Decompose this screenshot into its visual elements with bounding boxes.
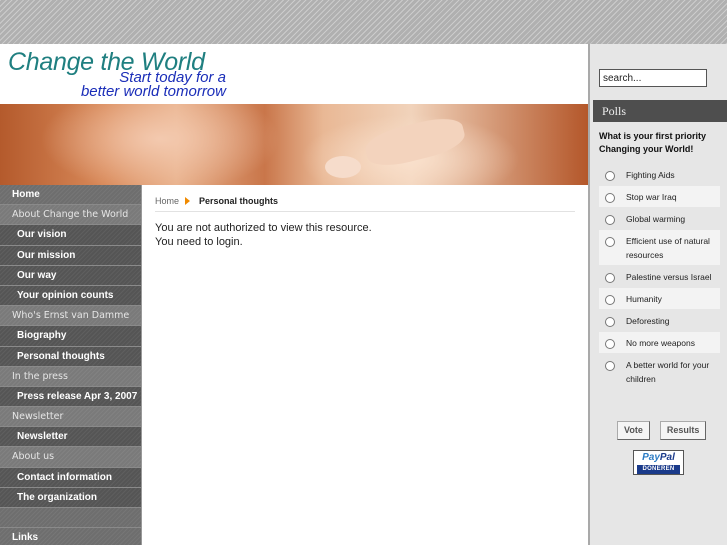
banner-hand-shape (40, 104, 280, 185)
paypal-caption: DONEREN (637, 465, 680, 474)
poll-option-radio[interactable] (605, 273, 615, 283)
sidebar-item-our-mission[interactable]: Our mission (0, 245, 141, 266)
paypal-logo-pal: Pal (659, 452, 675, 463)
poll-option[interactable]: Fighting Aids (599, 164, 720, 185)
poll-option-label: Global warming (626, 214, 686, 224)
poll-option[interactable]: Efficient use of natural resources (599, 230, 720, 265)
poll-option-radio[interactable] (605, 193, 615, 203)
sidebar-item-newsletter[interactable]: Newsletter (0, 407, 141, 428)
poll-option[interactable]: Stop war Iraq (599, 186, 720, 207)
sidebar-item-press-release-apr-3-2007[interactable]: Press release Apr 3, 2007 (0, 386, 141, 408)
sidebar-item-the-organization[interactable]: The organization (0, 487, 141, 508)
search-input[interactable] (599, 69, 707, 87)
poll-option-radio[interactable] (605, 361, 615, 371)
vote-button[interactable]: Vote (617, 421, 650, 440)
sidebar-nav: Home About Change the World Our vision Our … (0, 185, 141, 545)
sidebar-item-newsletter[interactable]: Newsletter (0, 427, 141, 448)
poll-question: What is your first priority Changing you… (599, 131, 707, 154)
poll-option[interactable]: Humanity (599, 288, 720, 309)
breadcrumb-home-link[interactable]: Home (155, 196, 179, 206)
poll-option-radio[interactable] (605, 171, 615, 181)
poll-option[interactable]: A better world for your children (599, 354, 720, 389)
poll-options: Fighting Aids Stop war Iraq Global warming… (599, 164, 720, 390)
login-required-text: You need to login. (155, 236, 243, 248)
sidebar-item-links[interactable]: Links (0, 528, 141, 545)
sidebar-item-about-us[interactable]: About us (0, 447, 141, 468)
paypal-logo: PayPal (634, 452, 683, 464)
access-message: You are not authorized to view this reso… (155, 221, 372, 249)
main-content: Home Personal thoughts You are not author… (141, 185, 588, 545)
not-authorized-text: You are not authorized to view this reso… (155, 222, 372, 234)
poll-option-radio[interactable] (605, 339, 615, 349)
poll-buttons: Vote Results (617, 421, 707, 440)
poll-option-label: A better world for your children (626, 360, 710, 384)
sidebar-item-biography[interactable]: Biography (0, 326, 141, 347)
sidebar-item-our-way[interactable]: Our way (0, 265, 141, 286)
tagline-line-2: better world tomorrow (80, 83, 226, 100)
poll-option-label: Stop war Iraq (626, 192, 677, 202)
banner-finger-shape (325, 156, 361, 178)
site-logo-tagline: Start today for a better world tomorrow (80, 70, 226, 100)
breadcrumb: Home Personal thoughts (155, 196, 575, 212)
breadcrumb-current: Personal thoughts (199, 196, 279, 206)
paypal-logo-pay: Pay (642, 452, 660, 463)
poll-option-label: Deforesting (626, 316, 670, 326)
poll-option-radio[interactable] (605, 295, 615, 305)
polls-header: Polls (593, 100, 727, 122)
poll-option-radio[interactable] (605, 317, 615, 327)
sidebar-item-home[interactable]: Home (0, 185, 141, 206)
sidebar-item-who-s-ernst-van-damme[interactable]: Who's Ernst van Damme (0, 306, 141, 327)
breadcrumb-arrow-icon (185, 197, 191, 205)
site-header: Change the World Start today for a bette… (0, 44, 588, 104)
poll-option-label: Efficient use of natural resources (626, 236, 710, 260)
sidebar-item-our-vision[interactable]: Our vision (0, 225, 141, 246)
right-column: Polls What is your first priority Changi… (588, 44, 727, 545)
sidebar-item-your-opinion-counts[interactable]: Your opinion counts (0, 285, 141, 307)
poll-option[interactable]: Global warming (599, 208, 720, 229)
sidebar-spacer (0, 508, 141, 528)
poll-option-label: Palestine versus Israel (626, 272, 712, 282)
sidebar-item-about-change-the-world[interactable]: About Change the World (0, 205, 141, 226)
poll-option-label: Fighting Aids (626, 170, 675, 180)
poll-option-radio[interactable] (605, 215, 615, 225)
poll-option-label: Humanity (626, 294, 662, 304)
poll-option[interactable]: Palestine versus Israel (599, 266, 720, 287)
top-decorative-stripe (0, 0, 727, 44)
poll-option[interactable]: No more weapons (599, 332, 720, 353)
poll-option-label: No more weapons (626, 338, 695, 348)
sidebar-item-in-the-press[interactable]: In the press (0, 366, 141, 387)
sidebar-item-personal-thoughts[interactable]: Personal thoughts (0, 346, 141, 367)
poll-option[interactable]: Deforesting (599, 310, 720, 331)
poll-option-radio[interactable] (605, 237, 615, 247)
results-button[interactable]: Results (659, 421, 707, 440)
sidebar-item-contact-information[interactable]: Contact information (0, 467, 141, 488)
paypal-donate-button[interactable]: PayPal DONEREN (633, 450, 684, 475)
header-banner-image (0, 104, 588, 185)
